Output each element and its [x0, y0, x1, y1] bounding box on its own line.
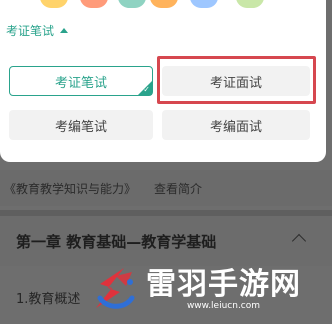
watermark-url: www.leiucn.com [186, 301, 261, 311]
intro-link[interactable]: 查看简介 [154, 180, 202, 197]
highlight-box [157, 56, 316, 104]
option-exam-written[interactable]: 考证笔试 ✓ [9, 66, 153, 96]
caret-up-icon [60, 28, 69, 33]
book-title: 《教育教学知识与能力》 [4, 181, 137, 196]
option-label: 考编笔试 [54, 119, 107, 135]
dropdown-label: 考证笔试 [6, 24, 55, 38]
check-icon: ✓ [143, 85, 150, 94]
section-title: 1.教育概述 [16, 291, 81, 307]
option-staffing-interview[interactable]: 考编面试 [162, 110, 310, 140]
chevron-up-icon [291, 233, 307, 249]
option-staffing-written[interactable]: 考编笔试 [9, 110, 153, 140]
decorative-banner [0, 0, 326, 14]
chapter-row[interactable]: 第一章 教育基础—教育学基础 [0, 216, 332, 266]
chapter-title: 第一章 教育基础—教育学基础 [16, 232, 217, 251]
option-label: 考编面试 [209, 119, 262, 135]
watermark-logo: 雷羽手游网 www.leiucn.com [86, 262, 301, 316]
exam-type-dropdown[interactable]: 考证笔试 [6, 22, 69, 39]
watermark-title: 雷羽手游网 [146, 267, 301, 302]
book-info-row: 《教育教学知识与能力》 查看简介 [0, 170, 332, 206]
logo-icon [96, 268, 135, 309]
option-label: 考证笔试 [54, 75, 107, 91]
